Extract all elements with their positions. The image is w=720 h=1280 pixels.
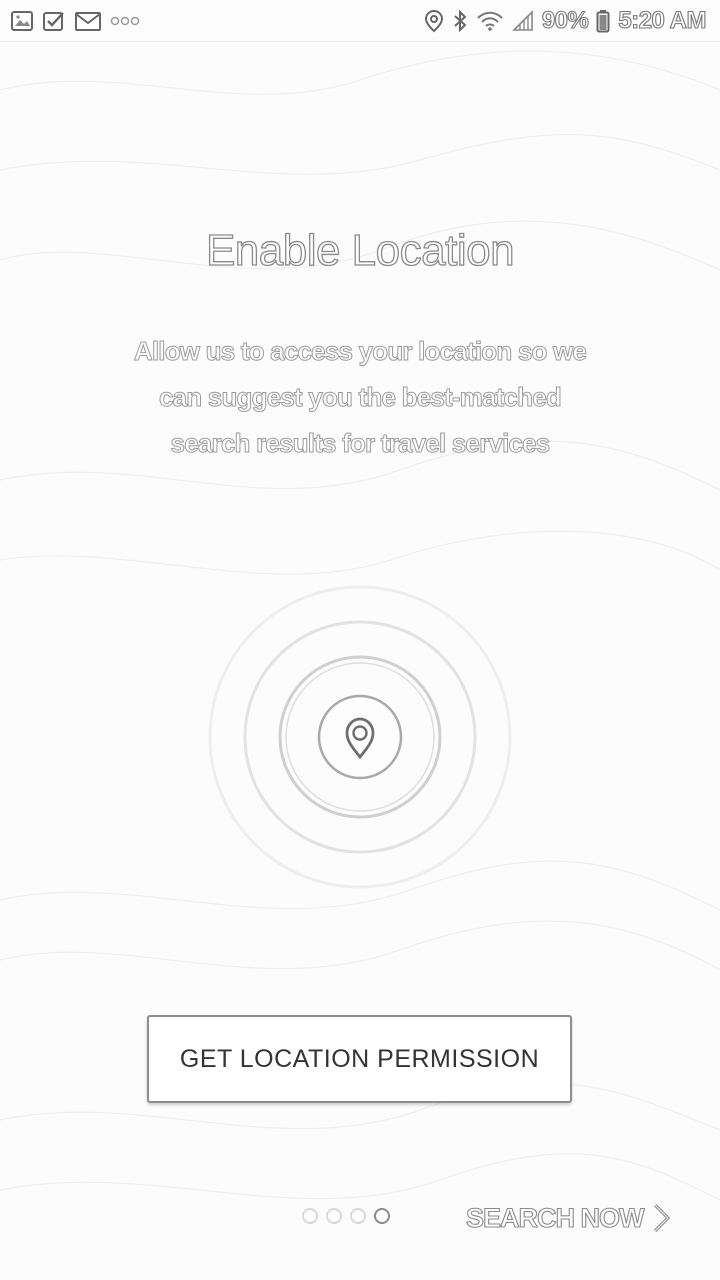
onboarding-screen: 90% 5:20 AM Enable Location Allow us to … — [0, 0, 720, 1280]
battery-icon — [596, 9, 610, 33]
search-now-label: SEARCH NOW — [465, 1202, 645, 1233]
bluetooth-icon — [452, 9, 468, 33]
location-radar-illustration — [208, 585, 512, 889]
description-line: can suggest you the best-matched — [158, 382, 562, 413]
page-dot — [326, 1208, 342, 1224]
gmail-icon — [74, 10, 102, 32]
page-indicator — [302, 1208, 390, 1224]
more-dots-icon — [110, 15, 140, 27]
location-icon — [424, 9, 444, 33]
battery-percent: 90% — [541, 6, 589, 34]
wifi-icon — [476, 10, 504, 32]
signal-icon — [511, 9, 534, 32]
get-location-permission-button[interactable]: GET LOCATION PERMISSION — [147, 1015, 572, 1103]
page-dot — [302, 1208, 318, 1224]
description: Allow us to access your location so we c… — [100, 328, 620, 466]
clock: 5:20 AM — [618, 6, 707, 34]
page-title: Enable Location — [205, 225, 515, 275]
check-icon — [42, 10, 66, 32]
description-line: search results for travel services — [170, 428, 551, 459]
page-dot — [350, 1208, 366, 1224]
status-bar: 90% 5:20 AM — [0, 0, 720, 42]
chevron-right-icon — [650, 1202, 672, 1234]
status-bar-right: 90% 5:20 AM — [424, 6, 707, 35]
page-dot-active — [374, 1208, 390, 1224]
search-now-link[interactable]: SEARCH NOW — [465, 1196, 672, 1240]
gallery-icon — [10, 10, 34, 32]
description-line: Allow us to access your location so we — [133, 336, 587, 367]
radar-ring-inner — [317, 694, 403, 780]
status-bar-left — [10, 10, 140, 32]
